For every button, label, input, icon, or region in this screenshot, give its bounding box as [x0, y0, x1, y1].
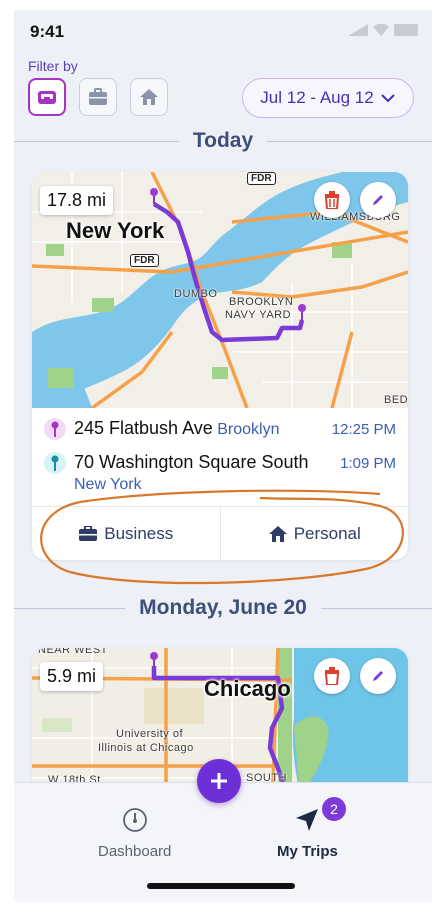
section-title: Monday, June 20: [139, 596, 307, 619]
briefcase-icon: [89, 88, 107, 105]
map-city-label: New York: [66, 218, 165, 243]
trip-end-row: 70 Washington Square South New York 1:09…: [44, 452, 396, 494]
start-pin-icon: [44, 418, 66, 440]
briefcase-icon: [79, 525, 98, 541]
edit-trip-button[interactable]: [360, 182, 396, 218]
map-area-label: University of: [116, 728, 184, 740]
tab-dashboard[interactable]: Dashboard: [98, 807, 171, 860]
map-road-label: FDR: [247, 172, 276, 185]
edit-trip-button[interactable]: [360, 658, 396, 694]
distance-badge: 17.8 mi: [40, 186, 114, 215]
tab-dashboard-label: Dashboard: [98, 843, 172, 860]
end-pin-icon: [44, 452, 66, 474]
trip-card[interactable]: 17.8 mi New York FDR FDR DUMBO WILLIAMSB…: [32, 172, 408, 560]
inbox-icon: [38, 91, 56, 104]
app-screen: 9:41 Filter by Jul 12 - Aug 12 Today 17.…: [14, 10, 432, 902]
filter-label: Filter by: [28, 58, 78, 74]
pencil-icon: [373, 195, 383, 205]
map-city-label: Chicago: [204, 676, 291, 701]
home-indicator: [147, 883, 295, 889]
start-city: Brooklyn: [217, 421, 280, 438]
pencil-icon: [373, 671, 383, 681]
map-area-label: NAVY YARD: [225, 309, 292, 321]
home-icon: [268, 525, 287, 542]
map-area-label: NEAR WEST: [38, 648, 108, 656]
trips-count-badge: 2: [322, 797, 346, 821]
end-time: 1:09 PM: [340, 455, 396, 472]
classify-actions: Business Personal: [32, 506, 408, 560]
chevron-down-icon: [380, 94, 395, 103]
date-range-label: Jul 12 - Aug 12: [260, 88, 374, 107]
start-time: 12:25 PM: [331, 421, 396, 438]
personal-button[interactable]: Personal: [219, 507, 409, 560]
personal-label: Personal: [293, 523, 361, 543]
business-button[interactable]: Business: [32, 507, 220, 560]
add-trip-button[interactable]: [197, 759, 241, 803]
status-time: 9:41: [30, 22, 65, 41]
trip-start-row: 245 Flatbush Ave Brooklyn 12:25 PM: [44, 418, 396, 440]
map-area-label: BED: [384, 394, 408, 406]
battery-icon: [394, 24, 418, 36]
section-title: Today: [192, 129, 254, 152]
delete-trip-button[interactable]: [314, 658, 350, 694]
filter-all-button[interactable]: [28, 78, 66, 116]
status-icons: [348, 24, 418, 36]
end-city: New York: [74, 476, 142, 493]
distance-badge: 5.9 mi: [40, 662, 104, 691]
map-area-label: Illinois at Chicago: [98, 742, 194, 754]
filter-business-button[interactable]: [79, 78, 117, 116]
section-header-today: Today: [14, 129, 432, 153]
home-icon: [140, 89, 158, 105]
start-address: 245 Flatbush Ave: [74, 418, 213, 438]
date-range-dropdown[interactable]: Jul 12 - Aug 12: [242, 78, 414, 118]
status-bar: 9:41: [14, 10, 432, 50]
gauge-icon: [122, 808, 147, 832]
business-label: Business: [104, 523, 174, 543]
signal-icon: [348, 24, 368, 36]
wifi-icon: [373, 24, 389, 36]
delete-trip-button[interactable]: [314, 182, 350, 218]
map-area-label: DUMBO: [174, 288, 218, 300]
section-header-monday: Monday, June 20: [14, 596, 432, 620]
trash-icon: [324, 191, 340, 209]
tab-my-trips-label: My Trips: [277, 843, 338, 860]
trash-icon: [324, 667, 340, 685]
end-address: 70 Washington Square South: [74, 452, 309, 472]
map-road-label: FDR: [130, 254, 159, 267]
plus-icon: [211, 773, 227, 789]
navigation-arrow-icon: [296, 809, 319, 831]
filter-personal-button[interactable]: [130, 78, 168, 116]
route-map: 17.8 mi New York FDR FDR DUMBO WILLIAMSB…: [32, 172, 408, 408]
map-area-label: BROOKLYN: [229, 296, 294, 308]
